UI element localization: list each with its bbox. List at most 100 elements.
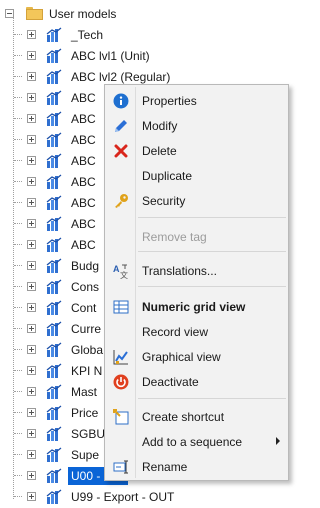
- tree-connector: [14, 55, 22, 56]
- rename-icon: [113, 459, 129, 475]
- tree-item-label[interactable]: _Tech: [71, 28, 103, 42]
- svg-text:文: 文: [120, 270, 128, 279]
- tree-item-label[interactable]: ABC: [71, 91, 96, 105]
- model-icon: [46, 447, 62, 463]
- tree-item-label[interactable]: ABC: [71, 175, 96, 189]
- tree-item-label[interactable]: U99 - Export - OUT: [71, 490, 174, 504]
- expand-icon[interactable]: [27, 303, 36, 312]
- tree-connector: [14, 433, 22, 434]
- tree-connector: [14, 223, 22, 224]
- expand-icon[interactable]: [27, 219, 36, 228]
- tree-item-label[interactable]: ABC: [71, 238, 96, 252]
- tree-item-label[interactable]: ABC lvl2 (Regular): [71, 70, 170, 84]
- menu-item-rename[interactable]: Rename: [107, 455, 286, 479]
- tree-item-label[interactable]: U00 -: [71, 469, 100, 483]
- tree-item-label[interactable]: Mast: [71, 385, 97, 399]
- expand-icon[interactable]: [27, 387, 36, 396]
- menu-item-deactivate[interactable]: Deactivate: [107, 370, 286, 394]
- tree-connector: [14, 475, 22, 476]
- model-icon: [46, 111, 62, 127]
- tree-item-label[interactable]: Cont: [71, 301, 96, 315]
- tree-item-label[interactable]: ABC: [71, 133, 96, 147]
- model-icon: [46, 90, 62, 106]
- tree-item-label[interactable]: Supe: [71, 448, 99, 462]
- model-icon: [46, 279, 62, 295]
- tree-connector: [14, 76, 22, 77]
- tree-connector: [14, 34, 22, 35]
- tree-root-row[interactable]: User models: [0, 4, 292, 25]
- tree-item[interactable]: _Tech: [0, 25, 292, 46]
- expand-icon[interactable]: [27, 93, 36, 102]
- expand-icon[interactable]: [27, 345, 36, 354]
- model-icon: [46, 27, 62, 43]
- model-icon: [46, 258, 62, 274]
- expand-icon[interactable]: [27, 429, 36, 438]
- tree-connector: [14, 286, 22, 287]
- model-icon: [46, 300, 62, 316]
- expand-icon[interactable]: [27, 240, 36, 249]
- menu-item-security[interactable]: Security: [107, 189, 286, 213]
- power-icon: [113, 374, 129, 390]
- expand-icon[interactable]: [27, 282, 36, 291]
- tree-item[interactable]: ABC lvl1 (Unit): [0, 46, 292, 67]
- expand-icon[interactable]: [27, 408, 36, 417]
- grid-icon: [113, 299, 129, 315]
- model-icon: [46, 363, 62, 379]
- expand-icon[interactable]: [27, 366, 36, 375]
- tree-connector: [14, 391, 22, 392]
- menu-item-add-to-sequence[interactable]: Add to a sequence: [107, 430, 286, 454]
- translate-icon: A文: [113, 263, 129, 280]
- svg-text:A: A: [113, 264, 120, 274]
- expand-icon[interactable]: [27, 261, 36, 270]
- tree-item-label[interactable]: ABC: [71, 196, 96, 210]
- expand-icon[interactable]: [27, 72, 36, 81]
- tree-item-label[interactable]: ABC: [71, 154, 96, 168]
- model-icon: [46, 321, 62, 337]
- submenu-arrow-icon: [276, 437, 280, 445]
- expand-icon[interactable]: [27, 492, 36, 501]
- tree-connector: [14, 118, 22, 119]
- expand-icon[interactable]: [27, 156, 36, 165]
- tree-item-label[interactable]: Budg: [71, 259, 99, 273]
- expand-icon[interactable]: [27, 51, 36, 60]
- model-icon: [46, 216, 62, 232]
- expand-icon[interactable]: [27, 471, 36, 480]
- expand-icon[interactable]: [27, 450, 36, 459]
- menu-item-create-shortcut[interactable]: Create shortcut: [107, 405, 286, 429]
- tree-item-label[interactable]: SGBU: [71, 427, 105, 441]
- menu-item-translations[interactable]: A文 Translations...: [107, 259, 286, 283]
- expand-icon[interactable]: [27, 114, 36, 123]
- tree-item-label[interactable]: KPI N: [71, 364, 102, 378]
- tree-item-label[interactable]: Globa: [71, 343, 103, 357]
- tree-item-label[interactable]: ABC: [71, 217, 96, 231]
- tree-item-label[interactable]: ABC: [71, 112, 96, 126]
- menu-item-delete[interactable]: Delete: [107, 139, 286, 163]
- menu-item-properties[interactable]: Properties: [107, 89, 286, 113]
- pencil-icon: [113, 118, 129, 134]
- tree-item-label[interactable]: Cons: [71, 280, 99, 294]
- tree-item-label[interactable]: ABC lvl1 (Unit): [71, 49, 150, 63]
- menu-item-modify[interactable]: Modify: [107, 114, 286, 138]
- expand-icon[interactable]: [27, 177, 36, 186]
- menu-item-numeric-grid-view[interactable]: Numeric grid view: [107, 295, 286, 319]
- model-icon: [46, 153, 62, 169]
- model-icon: [46, 426, 62, 442]
- collapse-icon[interactable]: [5, 9, 14, 18]
- tree-connector: [14, 454, 22, 455]
- menu-item-record-view[interactable]: Record view: [107, 320, 286, 344]
- tree-item-label[interactable]: Price: [71, 406, 98, 420]
- menu-separator: [138, 217, 286, 218]
- expand-icon[interactable]: [27, 198, 36, 207]
- model-icon: [46, 195, 62, 211]
- menu-item-graphical-view[interactable]: Graphical view: [107, 345, 286, 369]
- expand-icon[interactable]: [27, 324, 36, 333]
- expand-icon[interactable]: [27, 30, 36, 39]
- menu-separator: [138, 286, 286, 287]
- delete-x-icon: [113, 143, 129, 159]
- tree-item[interactable]: U99 - Export - OUT: [0, 487, 292, 508]
- tree-item-label[interactable]: Curre: [71, 322, 101, 336]
- tree-connector: [14, 244, 22, 245]
- expand-icon[interactable]: [27, 135, 36, 144]
- tree-root-label[interactable]: User models: [49, 7, 116, 21]
- menu-item-duplicate[interactable]: Duplicate: [107, 164, 286, 188]
